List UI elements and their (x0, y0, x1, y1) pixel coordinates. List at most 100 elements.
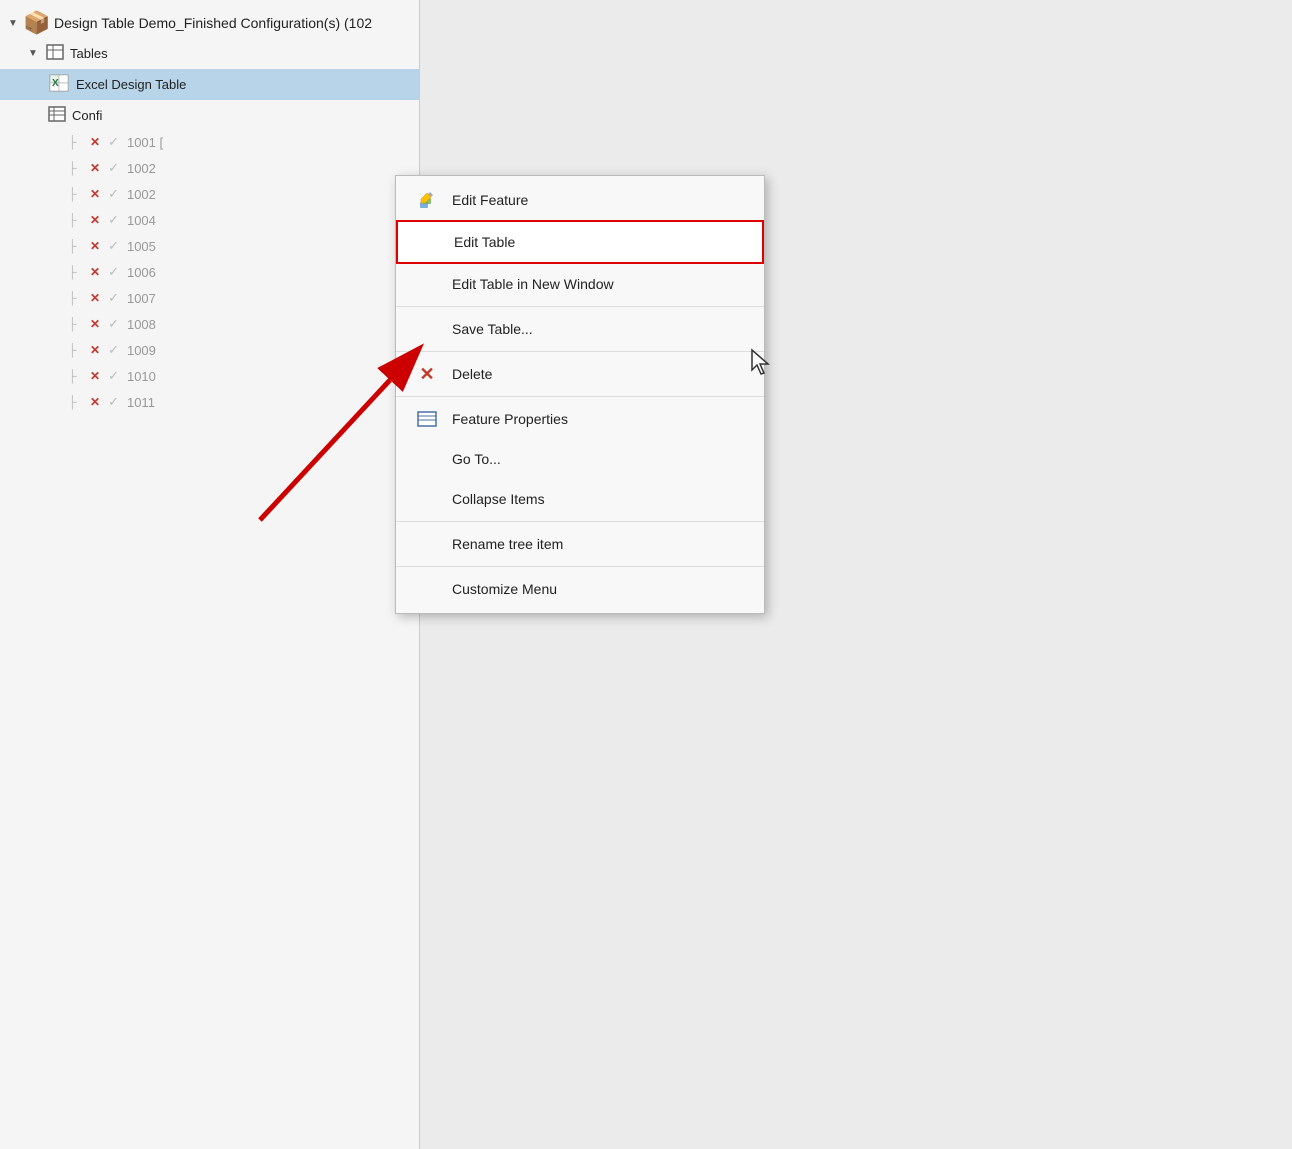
menu-item-edit-table-new-window[interactable]: Edit Table in New Window (396, 264, 764, 304)
row-x-icon: ✕ (90, 135, 100, 149)
row-number: 1002 (127, 187, 156, 202)
row-check-icon: ✓ (108, 134, 119, 150)
row-branch-icon: ├ (68, 213, 82, 227)
row-x-icon: ✕ (90, 187, 100, 201)
edit-feature-icon (416, 189, 438, 211)
menu-item-go-to[interactable]: Go To... (396, 439, 764, 479)
row-x-icon: ✕ (90, 369, 100, 383)
menu-item-label: Go To... (452, 451, 501, 467)
menu-item-customize-menu[interactable]: Customize Menu (396, 569, 764, 609)
row-x-icon: ✕ (90, 395, 100, 409)
tree-row-item[interactable]: ├ ✕ ✓ 1001 [ (0, 129, 419, 155)
excel-design-table-label: Excel Design Table (76, 77, 186, 92)
row-check-icon: ✓ (108, 264, 119, 280)
row-x-icon: ✕ (90, 213, 100, 227)
row-branch-icon: ├ (68, 343, 82, 357)
tables-label: Tables (70, 46, 108, 61)
package-icon: 📦 (26, 12, 48, 34)
row-number: 1010 (127, 369, 156, 384)
menu-separator (396, 566, 764, 567)
tree-row-item[interactable]: ├ ✕ ✓ 1002 (0, 155, 419, 181)
excel-design-table-item[interactable]: X Excel Design Table (0, 69, 419, 100)
menu-separator (396, 396, 764, 397)
tree-row-item[interactable]: ├ ✕ ✓ 1010 (0, 363, 419, 389)
menu-item-label: Collapse Items (452, 491, 545, 507)
menu-spacer-icon (416, 273, 438, 295)
menu-item-label: Rename tree item (452, 536, 563, 552)
row-x-icon: ✕ (90, 239, 100, 253)
menu-spacer-icon (416, 578, 438, 600)
row-check-icon: ✓ (108, 160, 119, 176)
tree-row-item[interactable]: ├ ✕ ✓ 1006 (0, 259, 419, 285)
row-check-icon: ✓ (108, 316, 119, 332)
menu-separator (396, 351, 764, 352)
tables-icon (46, 44, 64, 63)
row-x-icon: ✕ (90, 343, 100, 357)
menu-spacer-icon (416, 318, 438, 340)
feature-properties-icon (416, 408, 438, 430)
tree-row-item[interactable]: ├ ✕ ✓ 1002 (0, 181, 419, 207)
row-check-icon: ✓ (108, 290, 119, 306)
tree-row-item[interactable]: ├ ✕ ✓ 1004 (0, 207, 419, 233)
tree-tables-node[interactable]: ▼ Tables (0, 40, 419, 67)
collapse-toggle[interactable]: ▼ (8, 18, 20, 29)
menu-spacer-icon (416, 488, 438, 510)
row-number: 1006 (127, 265, 156, 280)
tree-row-item[interactable]: ├ ✕ ✓ 1007 (0, 285, 419, 311)
row-number: 1004 (127, 213, 156, 228)
menu-item-label: Edit Table in New Window (452, 276, 614, 292)
row-branch-icon: ├ (68, 265, 82, 279)
menu-item-feature-properties[interactable]: Feature Properties (396, 399, 764, 439)
row-x-icon: ✕ (90, 291, 100, 305)
menu-item-edit-feature[interactable]: Edit Feature (396, 180, 764, 220)
row-check-icon: ✓ (108, 342, 119, 358)
row-x-icon: ✕ (90, 161, 100, 175)
row-branch-icon: ├ (68, 395, 82, 409)
row-branch-icon: ├ (68, 369, 82, 383)
menu-spacer-icon (416, 533, 438, 555)
row-branch-icon: ├ (68, 239, 82, 253)
menu-item-label: Edit Table (454, 234, 515, 250)
row-branch-icon: ├ (68, 187, 82, 201)
tree-root-item[interactable]: ▼ 📦 Design Table Demo_Finished Configura… (0, 0, 419, 38)
row-x-icon: ✕ (90, 265, 100, 279)
menu-spacer-icon (416, 448, 438, 470)
menu-item-save-table[interactable]: Save Table... (396, 309, 764, 349)
menu-separator (396, 306, 764, 307)
row-branch-icon: ├ (68, 135, 82, 149)
row-number: 1001 [ (127, 135, 163, 150)
menu-item-rename-tree-item[interactable]: Rename tree item (396, 524, 764, 564)
menu-item-label: Edit Feature (452, 192, 528, 208)
config-node-item[interactable]: Confi (0, 102, 419, 129)
row-number: 1002 (127, 161, 156, 176)
excel-icon: X (48, 73, 70, 96)
tree-row-item[interactable]: ├ ✕ ✓ 1011 (0, 389, 419, 415)
tree-panel: ▼ 📦 Design Table Demo_Finished Configura… (0, 0, 420, 1149)
row-check-icon: ✓ (108, 212, 119, 228)
menu-item-label: Feature Properties (452, 411, 568, 427)
row-number: 1009 (127, 343, 156, 358)
row-check-icon: ✓ (108, 186, 119, 202)
menu-item-collapse-items[interactable]: Collapse Items (396, 479, 764, 519)
row-branch-icon: ├ (68, 291, 82, 305)
row-x-icon: ✕ (90, 317, 100, 331)
root-label: Design Table Demo_Finished Configuration… (54, 15, 372, 31)
menu-item-delete[interactable]: ✕ Delete (396, 354, 764, 394)
row-number: 1007 (127, 291, 156, 306)
tree-row-item[interactable]: ├ ✕ ✓ 1008 (0, 311, 419, 337)
config-label: Confi (72, 108, 102, 123)
delete-icon: ✕ (416, 363, 438, 385)
menu-item-label: Save Table... (452, 321, 533, 337)
tree-row-item[interactable]: ├ ✕ ✓ 1005 (0, 233, 419, 259)
tables-toggle[interactable]: ▼ (28, 48, 40, 59)
row-branch-icon: ├ (68, 161, 82, 175)
row-check-icon: ✓ (108, 238, 119, 254)
row-number: 1005 (127, 239, 156, 254)
menu-item-edit-table[interactable]: Edit Table (396, 220, 764, 264)
tree-rows-container: ├ ✕ ✓ 1001 [ ├ ✕ ✓ 1002 ├ ✕ ✓ 1002 ├ ✕ ✓… (0, 129, 419, 415)
tree-row-item[interactable]: ├ ✕ ✓ 1009 (0, 337, 419, 363)
row-branch-icon: ├ (68, 317, 82, 331)
config-icon (48, 106, 66, 125)
row-number: 1011 (127, 395, 155, 410)
menu-spacer-icon (418, 231, 440, 253)
